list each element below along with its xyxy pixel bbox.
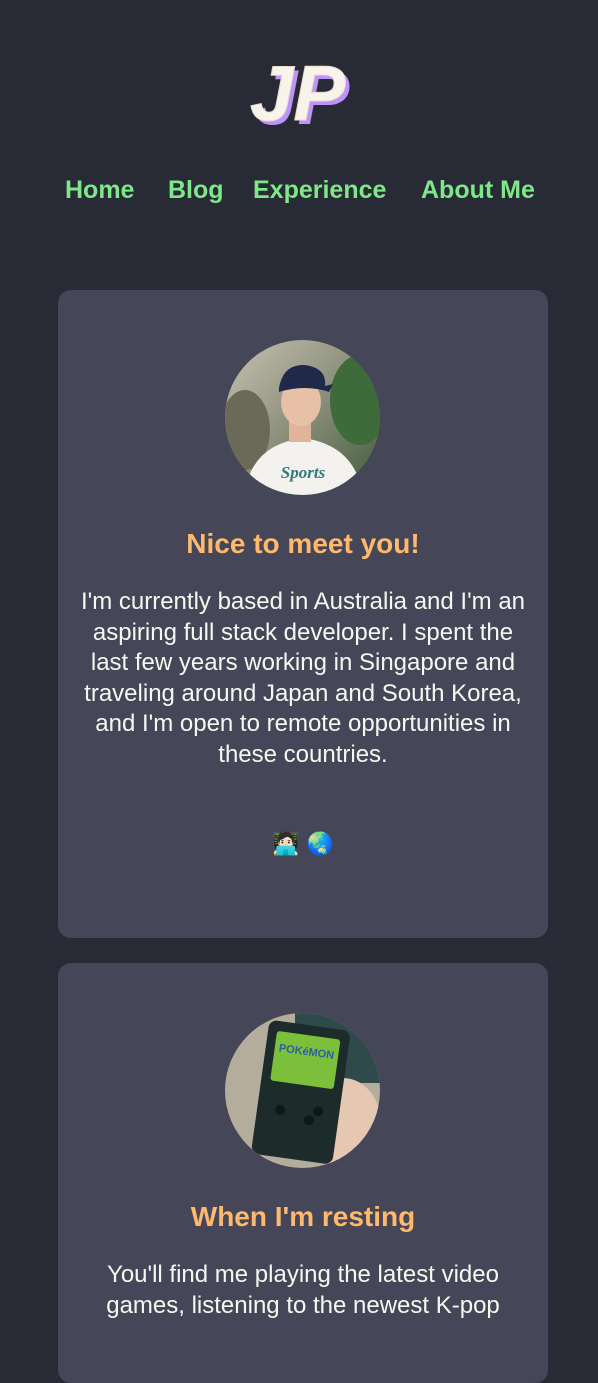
portrait-photo: Sports — [225, 340, 380, 495]
intro-card: Sports Nice to meet you! I'm currently b… — [58, 290, 548, 938]
site-logo[interactable]: JP JP — [246, 44, 358, 142]
nav-home-link[interactable]: Home — [65, 172, 134, 208]
svg-text:Sports: Sports — [281, 463, 326, 482]
intro-heading: Nice to meet you! — [186, 528, 420, 559]
jp-logo-icon: JP JP — [250, 49, 351, 142]
handheld-console-photo: POKéMON — [225, 1013, 380, 1168]
resting-heading: When I'm resting — [190, 1201, 416, 1232]
intro-paragraph: I'm currently based in Australia and I'm… — [80, 588, 526, 768]
nav-blog-link[interactable]: Blog — [168, 172, 224, 208]
nav-experience-link[interactable]: Experience — [253, 172, 386, 208]
logo-text: JP — [250, 49, 346, 134]
nav-about-link[interactable]: About Me — [421, 172, 535, 208]
resting-card: POKéMON When I'm resting You'll find me … — [58, 963, 548, 1383]
emoji-row: 🧑🏻‍💻 🌏 — [272, 832, 334, 857]
main-nav: Home Blog Experience About Me — [0, 172, 598, 212]
resting-paragraph: You'll find me playing the latest video … — [106, 1261, 500, 1319]
